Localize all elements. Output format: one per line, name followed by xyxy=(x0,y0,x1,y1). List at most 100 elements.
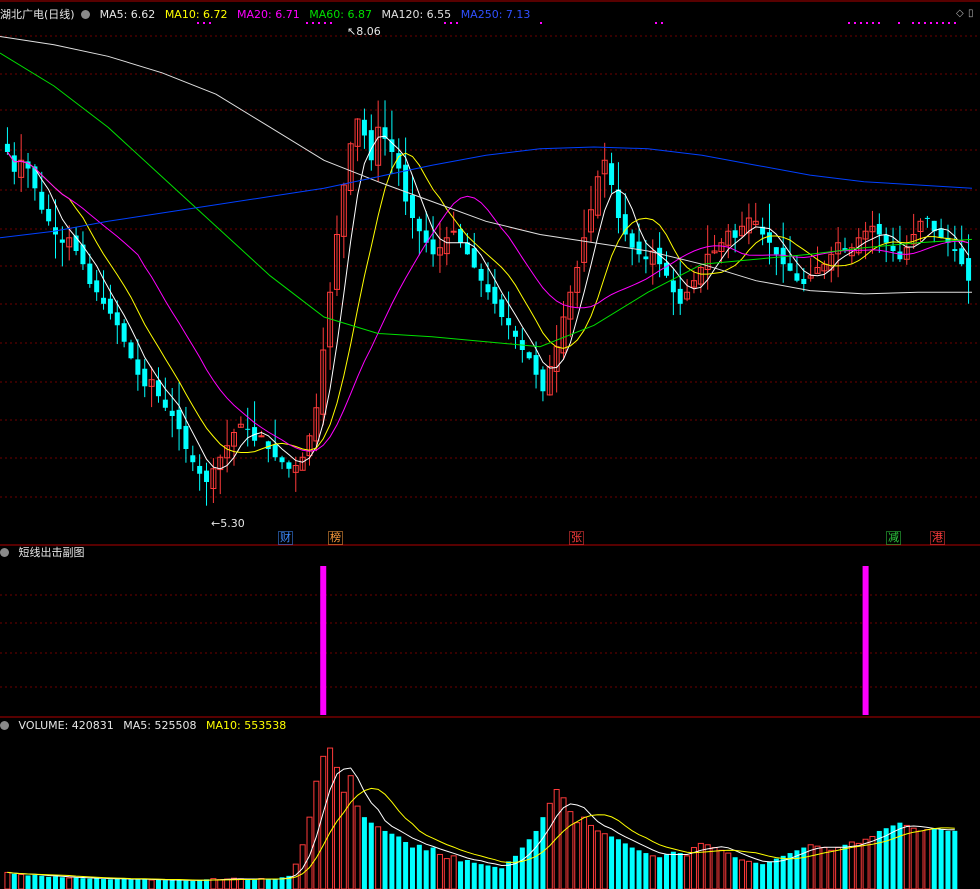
volume-bar xyxy=(657,857,663,889)
main-panel-header: 湖北广电(日线) MA5: 6.62 MA10: 6.72 MA20: 6.71… xyxy=(0,8,536,22)
sub-panel-title: 短线出击副图 xyxy=(18,546,85,559)
candle-body xyxy=(540,369,546,392)
scroll-indicator-icon[interactable]: ▯ xyxy=(968,8,974,19)
volume-bar xyxy=(711,847,718,889)
candle-body xyxy=(622,214,628,235)
volume-bar xyxy=(204,879,210,889)
volume-bar xyxy=(745,860,752,889)
volume-bar xyxy=(409,847,415,889)
volume-bar xyxy=(107,879,113,889)
event-marker-ranking[interactable]: 榜 xyxy=(328,531,343,545)
settings-circle-icon[interactable] xyxy=(0,548,9,557)
candle-body xyxy=(416,218,422,232)
candle-body xyxy=(773,247,779,255)
volume-bar xyxy=(848,841,855,889)
volume-bar xyxy=(526,839,532,889)
volume-bar xyxy=(423,850,429,889)
volume-bar xyxy=(924,829,931,889)
top-signal-dot xyxy=(936,22,938,24)
top-signal-dot xyxy=(854,22,856,24)
volume-bar xyxy=(169,880,175,889)
candle-body xyxy=(430,239,436,255)
top-signal-dot xyxy=(318,22,320,24)
volume-bar xyxy=(245,879,251,889)
low-value: 5.30 xyxy=(220,517,245,530)
top-signal-dot xyxy=(324,22,326,24)
candle-body xyxy=(204,470,210,482)
volume-bar xyxy=(677,853,683,889)
volume-bar xyxy=(382,830,388,889)
volume-label: VOLUME: 420831 xyxy=(18,719,114,732)
volume-bar xyxy=(773,858,779,889)
chart-canvas xyxy=(0,0,980,889)
candle-body xyxy=(478,268,484,281)
volume-bar xyxy=(443,858,450,889)
candle-body xyxy=(286,462,292,469)
volume-bar xyxy=(609,836,615,889)
event-marker-label: 榜 xyxy=(330,531,341,544)
volume-bar xyxy=(347,775,354,889)
ma60-line xyxy=(0,52,973,348)
event-marker-finance[interactable]: 财 xyxy=(278,531,293,545)
volume-bar xyxy=(265,879,271,889)
candle-body xyxy=(506,318,512,326)
volume-bar xyxy=(148,879,155,889)
candle-body xyxy=(11,155,17,172)
volume-bar xyxy=(519,847,525,889)
volume-bar xyxy=(224,878,231,889)
ma250-line xyxy=(0,146,973,239)
candle-body xyxy=(107,298,113,314)
volume-panel-header: VOLUME: 420831 MA5: 525508 MA10: 553538 xyxy=(0,719,292,733)
top-signal-dot xyxy=(444,22,446,24)
candle-body xyxy=(663,262,669,276)
diamond-icon[interactable]: ◇ xyxy=(956,8,964,19)
candle-body xyxy=(183,425,189,449)
volume-bar xyxy=(533,830,539,889)
volume-bar xyxy=(39,875,45,889)
volume-bar xyxy=(327,747,334,889)
volume-bar xyxy=(890,825,896,889)
ma250-label: MA250: 7.13 xyxy=(460,8,531,21)
volume-bar xyxy=(622,843,628,889)
volume-bar xyxy=(581,816,588,889)
volume-bar xyxy=(492,866,498,889)
kline-chart-window: 湖北广电(日线) MA5: 6.62 MA10: 6.72 MA20: 6.71… xyxy=(0,0,980,889)
volume-bar xyxy=(272,879,278,889)
volume-ma5-label: MA5: 525508 xyxy=(123,719,197,732)
event-marker-limit-up[interactable]: 张 xyxy=(569,531,584,545)
candle-body xyxy=(794,273,800,281)
top-signal-dot xyxy=(872,22,874,24)
volume-bar xyxy=(649,855,656,889)
candle-body xyxy=(876,223,882,235)
volume-bar xyxy=(485,865,491,889)
volume-bar xyxy=(464,859,470,889)
ma20-label: MA20: 6.71 xyxy=(237,8,300,21)
top-signal-dot xyxy=(918,22,920,24)
candle-body xyxy=(492,286,498,304)
volume-bar xyxy=(18,873,25,889)
volume-bar xyxy=(718,849,725,889)
event-marker-reduce[interactable]: 减 xyxy=(886,531,901,545)
volume-bar xyxy=(396,836,402,889)
candle-body xyxy=(114,312,120,326)
candle-body xyxy=(890,245,896,251)
top-signal-dot xyxy=(456,22,458,24)
volume-bar xyxy=(753,862,759,889)
top-signal-dot xyxy=(948,22,950,24)
volume-bar xyxy=(835,847,842,889)
volume-bar xyxy=(499,868,505,889)
volume-bar xyxy=(190,880,196,889)
settings-circle-icon[interactable] xyxy=(0,721,9,730)
candle-body xyxy=(80,244,86,265)
top-signal-dot xyxy=(306,22,308,24)
candle-body xyxy=(458,228,464,243)
candle-body xyxy=(732,230,738,238)
volume-bar xyxy=(80,878,86,889)
event-marker-hk[interactable]: 港 xyxy=(930,531,945,545)
settings-circle-icon[interactable] xyxy=(81,10,91,19)
candle-body xyxy=(609,163,615,185)
candle-body xyxy=(142,368,148,387)
volume-bar xyxy=(59,877,65,889)
top-signal-dot xyxy=(930,22,932,24)
candle-body xyxy=(471,248,477,268)
